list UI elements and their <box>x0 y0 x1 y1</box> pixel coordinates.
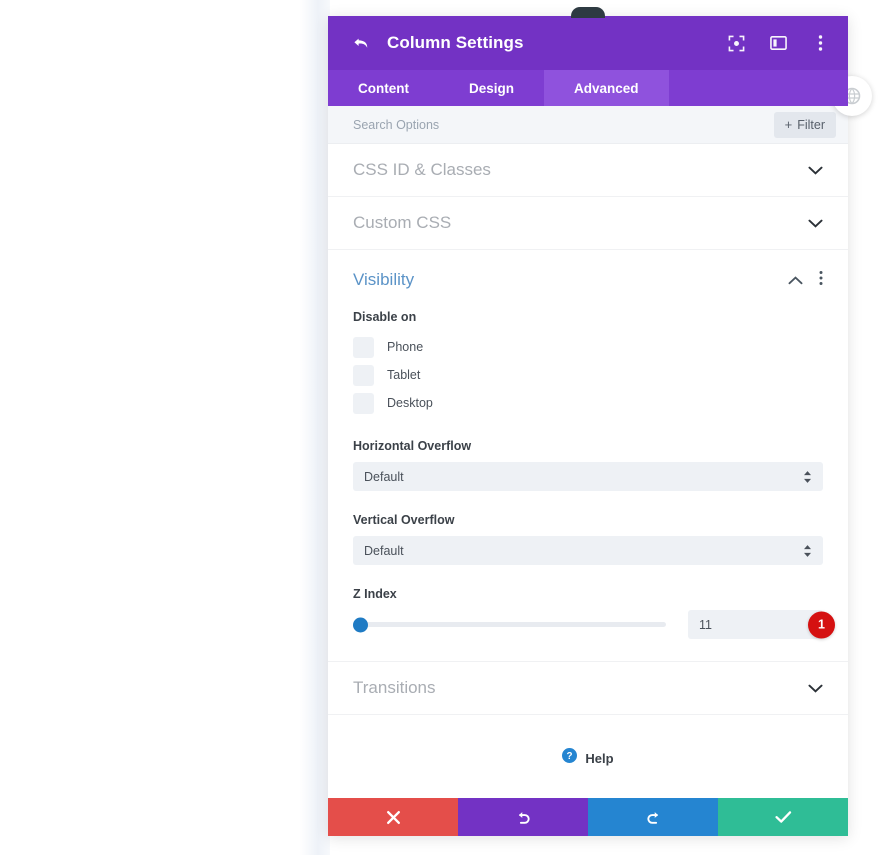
section-title: Custom CSS <box>353 213 452 232</box>
tab-advanced[interactable]: Advanced <box>544 70 669 106</box>
disable-on-checkbox-list: Phone Tablet Desktop <box>353 333 823 417</box>
help-label: Help <box>585 750 614 766</box>
back-arrow-icon <box>354 38 368 48</box>
checkbox-desktop[interactable]: Desktop <box>353 389 823 417</box>
field-z-index: Z Index 1 <box>328 587 848 639</box>
svg-text:?: ? <box>567 751 573 762</box>
search-input[interactable] <box>353 117 774 132</box>
checkmark-icon <box>774 811 791 823</box>
field-label: Horizontal Overflow <box>353 439 472 453</box>
horizontal-overflow-select-wrap <box>353 462 823 491</box>
field-label: Disable on <box>353 310 417 324</box>
field-horizontal-overflow: Horizontal Overflow <box>328 439 848 491</box>
vertical-overflow-select[interactable] <box>353 536 823 565</box>
close-x-icon <box>386 810 400 824</box>
checkbox-phone[interactable]: Phone <box>353 333 823 361</box>
field-disable-on: Disable on Phone Tablet Desktop <box>328 310 848 417</box>
section-visibility: Visibility Disable on Phone Tablet Deskt… <box>328 250 848 662</box>
tab-design[interactable]: Design <box>439 70 544 106</box>
chevron-down-icon[interactable] <box>808 219 823 228</box>
header-actions <box>726 33 830 53</box>
question-circle-glyph: ? <box>562 748 578 763</box>
section-custom-css[interactable]: Custom CSS <box>328 197 848 250</box>
redo-arrow-icon <box>646 811 658 824</box>
section-title: Transitions <box>353 678 436 697</box>
more-vertical-icon[interactable] <box>819 270 823 291</box>
section-title: Visibility <box>353 270 415 289</box>
checkbox-label: Phone <box>387 340 424 354</box>
checkbox-label: Desktop <box>387 396 433 410</box>
checkbox-box[interactable] <box>353 336 374 358</box>
panel-left-gradient <box>300 0 330 855</box>
z-index-input[interactable] <box>688 610 823 639</box>
layout-panel-icon[interactable] <box>768 33 788 53</box>
checkbox-box[interactable] <box>353 392 374 414</box>
checkbox-box[interactable] <box>353 364 374 386</box>
slider-handle[interactable] <box>353 617 368 632</box>
chevron-down-glyph <box>808 219 823 228</box>
z-index-control-row: 1 <box>353 610 835 639</box>
z-index-slider[interactable] <box>353 614 688 636</box>
cancel-button[interactable] <box>328 798 458 836</box>
chevron-down-icon[interactable] <box>808 166 823 175</box>
chevron-down-icon[interactable] <box>808 684 823 693</box>
save-button[interactable] <box>718 798 848 836</box>
field-label: Vertical Overflow <box>353 513 455 527</box>
section-transitions[interactable]: Transitions <box>328 662 848 715</box>
focus-target-icon[interactable] <box>726 33 746 53</box>
undo-arrow-icon <box>518 811 530 824</box>
layout-panel-glyph <box>769 36 787 50</box>
z-index-value-wrap: 1 <box>688 610 835 639</box>
slider-track <box>353 622 666 627</box>
panel-header: Column Settings <box>328 16 848 70</box>
back-button[interactable] <box>348 30 374 56</box>
chevron-up-glyph <box>788 275 803 284</box>
section-css-id-classes[interactable]: CSS ID & Classes <box>328 144 848 197</box>
section-title: CSS ID & Classes <box>353 160 491 179</box>
field-vertical-overflow: Vertical Overflow <box>328 513 848 565</box>
search-row: + Filter <box>328 106 848 144</box>
chevron-down-glyph <box>808 684 823 693</box>
settings-tabs: Content Design Advanced <box>328 70 848 106</box>
panel-footer <box>328 798 848 836</box>
filter-label: Filter <box>797 117 825 132</box>
horizontal-overflow-select[interactable] <box>353 462 823 491</box>
chevron-up-icon[interactable] <box>788 275 803 285</box>
field-label: Z Index <box>353 587 397 601</box>
panel-drag-handle[interactable] <box>571 7 605 18</box>
checkbox-tablet[interactable]: Tablet <box>353 361 823 389</box>
column-settings-panel: Column Settings Content Design Advanced … <box>328 7 872 836</box>
redo-button[interactable] <box>588 798 718 836</box>
settings-scroll-body[interactable]: CSS ID & Classes Custom CSS Visibility D… <box>328 144 848 798</box>
more-vertical-glyph <box>819 270 823 285</box>
page-title: Column Settings <box>387 33 524 52</box>
tab-content[interactable]: Content <box>328 70 439 106</box>
status-badge[interactable]: 1 <box>808 611 835 638</box>
section-visibility-header[interactable]: Visibility <box>328 250 848 310</box>
section-header-icons <box>788 270 823 291</box>
question-circle-icon: ? <box>562 748 578 768</box>
more-vertical-glyph <box>818 35 822 51</box>
undo-button[interactable] <box>458 798 588 836</box>
chevron-down-glyph <box>808 166 823 175</box>
help-link[interactable]: ? Help <box>328 715 848 794</box>
more-vertical-icon[interactable] <box>810 33 830 53</box>
checkbox-label: Tablet <box>387 368 421 382</box>
filter-button[interactable]: + Filter <box>773 111 836 138</box>
focus-target-glyph <box>728 35 744 51</box>
plus-icon: + <box>784 117 793 132</box>
vertical-overflow-select-wrap <box>353 536 823 565</box>
